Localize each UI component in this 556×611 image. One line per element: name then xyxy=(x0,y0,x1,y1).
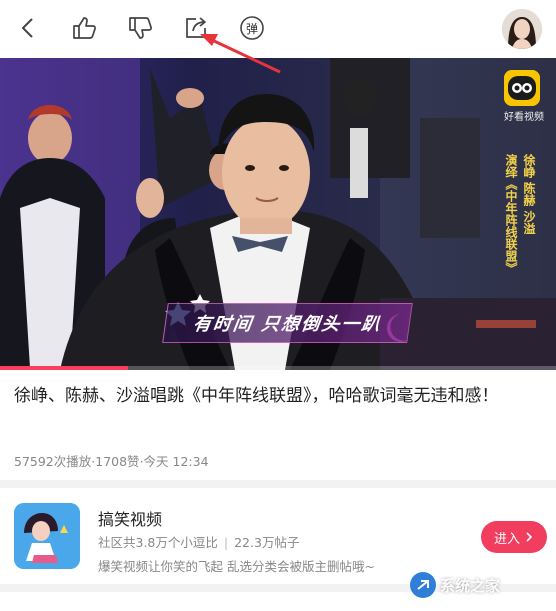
top-toolbar: 弹 xyxy=(0,0,556,58)
video-subtitle: 有时间 只想倒头一趴 xyxy=(162,303,413,343)
channel-thumbnail xyxy=(14,503,80,569)
watermark-text: 系统之家 xyxy=(440,576,501,595)
credit-artists: 徐峥 陈赫 沙溢 xyxy=(522,154,536,235)
logo-text: 好看视频 xyxy=(504,112,544,123)
channel-description: 爆笑视频让你笑的飞起 乱选分类会被版主删帖哦~ xyxy=(98,559,375,574)
enter-label: 进入 xyxy=(493,531,520,547)
channel-card[interactable]: 搞笑视频 社区共3.8万个小逗比 | 22.3万帖子 爆笑视频让你笑的飞起 乱选分类… xyxy=(0,488,556,584)
video-title: 徐峥、陈赫、沙溢唱跳《中年阵线联盟》，哈哈歌词毫无违和感！ xyxy=(14,386,499,406)
haokan-logo xyxy=(504,70,540,106)
thumbs-up-icon[interactable] xyxy=(68,12,100,44)
channel-meta: 社区共3.8万个小逗比 | 22.3万帖子 xyxy=(98,535,300,550)
watermark-logo-icon xyxy=(410,572,436,598)
chevron-right-icon xyxy=(526,532,533,542)
like-count: 1708赞 xyxy=(95,454,140,469)
avatar[interactable] xyxy=(502,9,542,49)
post-time: 今天 12:34 xyxy=(143,454,209,469)
play-count: 57592次播放 xyxy=(14,454,92,469)
danmaku-label: 弹 xyxy=(245,21,258,36)
channel-posts: 22.3万帖子 xyxy=(234,535,300,550)
channel-name[interactable]: 搞笑视频 xyxy=(98,506,162,530)
back-icon[interactable] xyxy=(12,12,44,44)
video-stats: 57592次播放·1708赞·今天 12:34 xyxy=(14,454,209,469)
danmaku-toggle[interactable]: 弹 xyxy=(236,12,268,44)
watermark: 系统之家 xyxy=(410,572,500,598)
credit-song: 演绎《中年阵线联盟》 xyxy=(504,154,518,274)
thumbs-down-icon[interactable] xyxy=(124,12,156,44)
channel-community: 社区共3.8万个小逗比 xyxy=(98,535,218,550)
share-icon[interactable] xyxy=(180,12,212,44)
video-info: 徐峥、陈赫、沙溢唱跳《中年阵线联盟》，哈哈歌词毫无违和感！ 57592次播放·1… xyxy=(0,370,556,480)
enter-button[interactable]: 进入 xyxy=(481,521,547,553)
